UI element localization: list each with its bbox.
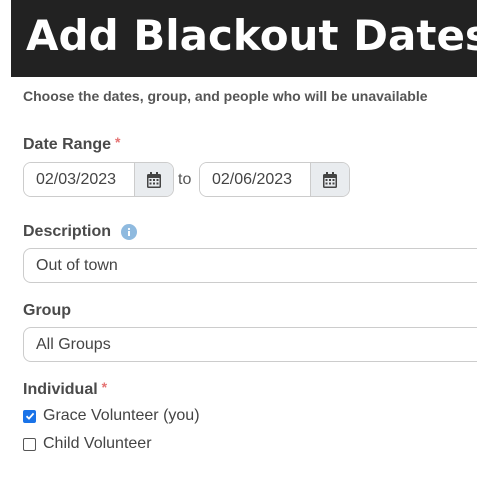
individual-label-text: Individual [23,381,98,398]
group-select[interactable] [23,327,477,362]
group-label: Group [23,302,71,320]
individual-option-label: Child Volunteer [43,435,152,452]
date-range-label: Date Range * [23,134,121,154]
date-range-separator: to [178,171,192,188]
start-date-input[interactable] [24,163,134,196]
individual-label: Individual * [23,379,108,399]
info-glyph [127,227,131,236]
date-range-label-text: Date Range [23,136,112,153]
calendar-icon [323,171,337,188]
checkbox-unchecked[interactable] [23,437,36,451]
checkbox-checked[interactable] [23,409,36,423]
calendar-icon [147,171,161,188]
end-date-calendar-button[interactable] [310,163,349,196]
group-label-text: Group [23,302,71,319]
start-date-calendar-button[interactable] [134,163,173,196]
page-title: Add Blackout Dates [26,11,477,60]
individual-option-grace[interactable]: Grace Volunteer (you) [23,407,200,425]
description-label: Description [23,223,138,241]
required-asterisk: * [115,134,121,150]
end-date-group [199,162,350,197]
page-subtitle: Choose the dates, group, and people who … [23,88,428,104]
checkmark-icon [25,412,34,420]
page-header: Add Blackout Dates [11,0,477,77]
individual-option-child[interactable]: Child Volunteer [23,435,152,453]
start-date-group [23,162,174,197]
individual-option-label: Grace Volunteer (you) [43,407,200,424]
end-date-input[interactable] [200,163,310,196]
required-asterisk: * [101,379,108,395]
description-input[interactable] [23,248,477,283]
description-label-text: Description [23,223,112,240]
info-icon[interactable] [121,224,138,240]
